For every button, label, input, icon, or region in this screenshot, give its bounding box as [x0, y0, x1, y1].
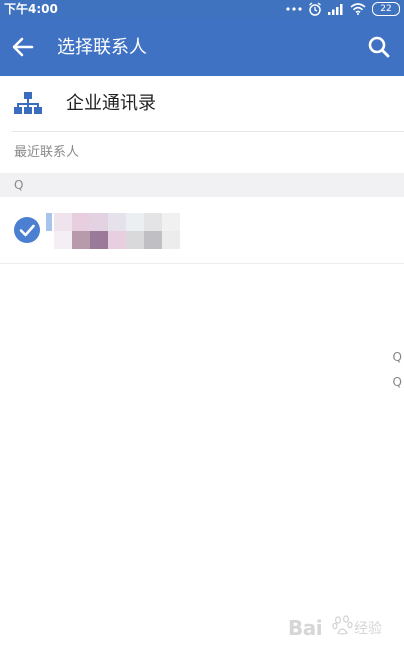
contact-name-blurred — [46, 213, 182, 251]
status-time: 下午4:00 — [4, 2, 58, 16]
more-dots-icon — [286, 6, 302, 12]
alarm-icon — [308, 2, 322, 16]
enterprise-directory-item[interactable]: 企业通讯录 — [0, 76, 404, 132]
org-chart-icon — [14, 91, 42, 115]
page-title: 选择联系人 — [57, 37, 147, 58]
divider — [12, 131, 404, 132]
recent-contacts-label: 最近联系人 — [14, 145, 80, 160]
wifi-icon — [350, 3, 366, 15]
back-arrow-icon[interactable] — [10, 34, 36, 60]
battery-indicator: 22 — [372, 2, 400, 16]
app-toolbar: 选择联系人 — [0, 18, 404, 76]
index-letter[interactable]: Q — [393, 374, 402, 390]
divider — [0, 263, 404, 264]
section-header: Q — [0, 173, 404, 197]
enterprise-directory-label: 企业通讯录 — [66, 93, 156, 114]
watermark-suffix: 经验 — [354, 621, 382, 637]
paw-icon — [332, 614, 354, 636]
checked-circle-icon[interactable] — [13, 216, 41, 244]
contact-list-item[interactable] — [0, 197, 404, 263]
watermark-text: Bai — [288, 616, 323, 640]
status-icons: 22 — [286, 1, 400, 17]
baidu-watermark: Bai 经验 — [288, 612, 398, 646]
signal-icon — [328, 3, 344, 15]
index-letter[interactable]: Q — [393, 349, 402, 365]
status-bar: 下午4:00 22 — [0, 0, 404, 18]
section-letter: Q — [14, 178, 24, 192]
search-icon[interactable] — [366, 34, 392, 60]
